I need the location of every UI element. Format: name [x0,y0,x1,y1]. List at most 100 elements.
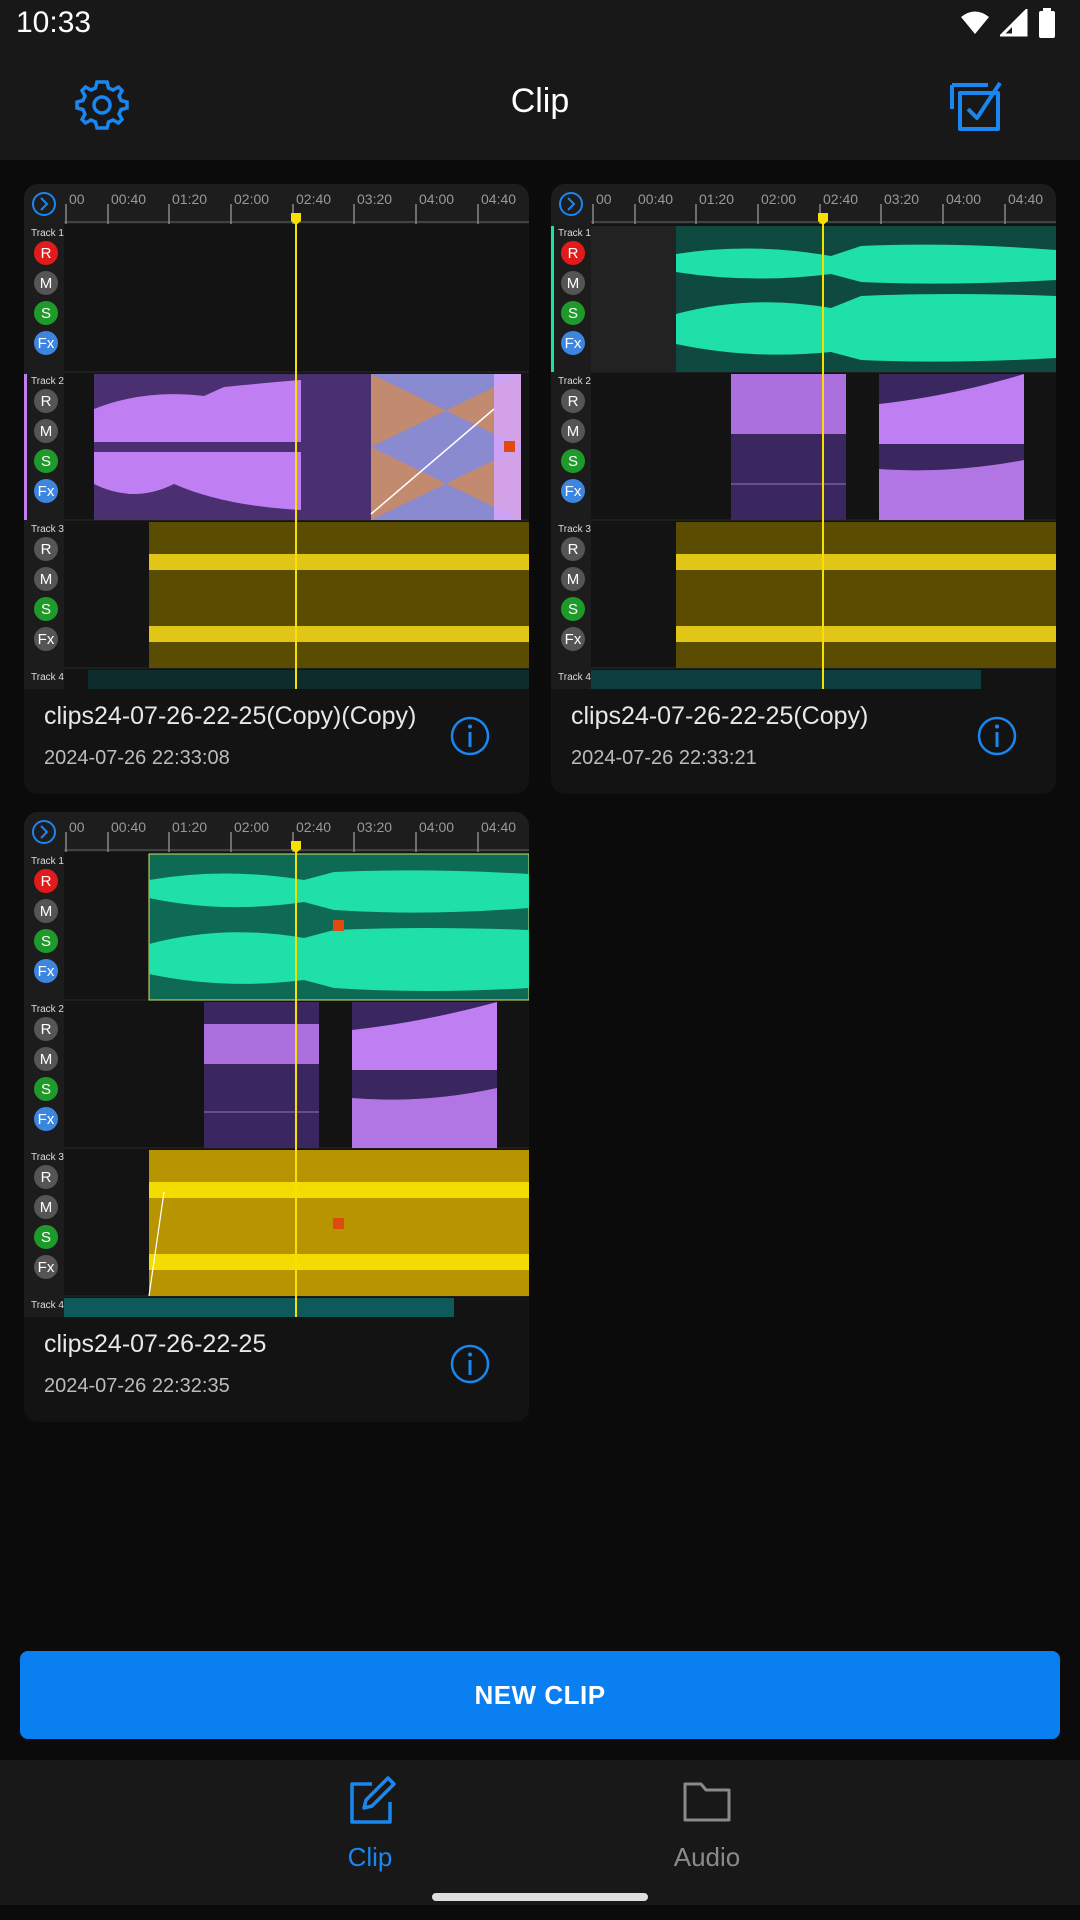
timeline-preview: 00 00:40 01:20 02:00 02:40 03:20 04:00 0… [24,812,529,1317]
app-header: Clip [0,50,1080,160]
tick-label: 00 [69,191,85,207]
tick-label: 00:40 [111,819,146,835]
track-label: Track 2 [558,376,591,387]
info-icon [977,716,1017,756]
svg-text:S: S [41,453,51,470]
track-label: Track 2 [31,1004,64,1015]
track-label: Track 3 [558,524,591,535]
tick-label: 04:00 [419,191,454,207]
svg-text:Fx: Fx [38,631,55,648]
clip-name: clips24-07-26-22-25(Copy) [571,702,869,730]
gesture-bar [432,1893,648,1901]
clip-card[interactable]: 00 00:40 01:20 02:00 02:40 03:20 04:00 0… [24,184,529,794]
tick-label: 02:40 [296,819,331,835]
timeline-preview: 00 00:40 01:20 02:00 02:40 03:20 04:00 0… [24,184,529,689]
svg-text:R: R [41,1021,52,1038]
status-icons [960,8,1056,38]
tick-label: 04:40 [481,819,516,835]
tick-label: 03:20 [357,819,392,835]
track-label: Track 4 [31,1300,64,1311]
folder-icon [683,1782,731,1822]
tick-label: 00:40 [638,191,673,207]
svg-text:S: S [41,1081,51,1098]
svg-text:M: M [567,423,580,440]
signal-icon [1000,9,1028,37]
svg-text:M: M [40,1199,53,1216]
tick-label: 02:40 [296,191,331,207]
select-mode-button[interactable] [948,75,1006,135]
clip-thumbnail: 00 00:40 01:20 02:00 02:40 03:20 04:00 0… [551,184,1056,689]
svg-text:R: R [41,393,52,410]
svg-text:M: M [567,571,580,588]
tick-label: 04:40 [481,191,516,207]
page-title: Clip [510,82,570,120]
info-icon [450,1344,490,1384]
bottom-navigation: Clip Audio [0,1760,1080,1905]
tick-label: 01:20 [172,819,207,835]
track-label: Track 3 [31,524,64,535]
clip-date: 2024-07-26 22:32:35 [44,1375,230,1397]
tick-label: 01:20 [699,191,734,207]
mute-button: M [40,275,53,292]
clip-thumbnail: 00 00:40 01:20 02:00 02:40 03:20 04:00 0… [24,184,529,689]
clip-card[interactable]: 00 00:40 01:20 02:00 02:40 03:20 04:00 0… [551,184,1056,794]
nav-tab-audio[interactable]: Audio [607,1774,807,1884]
tick-label: 04:40 [1008,191,1043,207]
wifi-icon [961,11,989,34]
clip-card[interactable]: 00 00:40 01:20 02:00 02:40 03:20 04:00 0… [24,812,529,1422]
solo-button: S [41,305,51,322]
svg-text:M: M [40,571,53,588]
svg-text:M: M [40,423,53,440]
tick-label: 00 [596,191,612,207]
track-label: Track 1 [31,856,64,867]
tick-label: 02:40 [823,191,858,207]
track-label: Track 2 [31,376,64,387]
status-time: 10:33 [16,6,92,39]
svg-text:S: S [41,601,51,618]
status-bar: 10:33 [0,0,1080,50]
clip-name: clips24-07-26-22-25 [44,1330,267,1358]
info-icon [450,716,490,756]
tick-label: 00:40 [111,191,146,207]
record-button: R [568,245,579,262]
svg-text:R: R [41,541,52,558]
svg-text:S: S [568,601,578,618]
track-label: Track 3 [31,1152,64,1163]
svg-text:R: R [568,541,579,558]
svg-text:Fx: Fx [565,483,582,500]
svg-text:Fx: Fx [38,483,55,500]
tick-label: 04:00 [419,819,454,835]
record-button: R [41,245,52,262]
svg-text:R: R [568,393,579,410]
svg-text:Fx: Fx [38,1259,55,1276]
tick-label: 02:00 [234,819,269,835]
nav-label-audio: Audio [673,1842,741,1872]
nav-tab-clip[interactable]: Clip [270,1774,470,1884]
track-label: Track 1 [558,228,591,239]
checkbox-select-icon [950,81,1002,131]
tick-label: 02:00 [234,191,269,207]
tick-label: 01:20 [172,191,207,207]
tick-label: 04:00 [946,191,981,207]
fx-button: Fx [565,335,582,352]
info-button[interactable] [976,715,1018,757]
solo-button: S [41,933,51,950]
record-button: R [41,873,52,890]
tick-label: 02:00 [761,191,796,207]
svg-text:S: S [568,453,578,470]
info-button[interactable] [449,715,491,757]
new-clip-button[interactable]: NEW CLIP [20,1651,1060,1739]
svg-text:Fx: Fx [565,631,582,648]
solo-button: S [568,305,578,322]
battery-icon [1039,8,1055,38]
tick-label: 00 [69,819,85,835]
tick-label: 03:20 [357,191,392,207]
svg-text:S: S [41,1229,51,1246]
svg-text:Fx: Fx [38,1111,55,1128]
tick-label: 03:20 [884,191,919,207]
clip-date: 2024-07-26 22:33:08 [44,747,230,769]
clip-thumbnail: 00 00:40 01:20 02:00 02:40 03:20 04:00 0… [24,812,529,1317]
edit-icon [350,1776,396,1824]
info-button[interactable] [449,1343,491,1385]
fx-button: Fx [38,335,55,352]
